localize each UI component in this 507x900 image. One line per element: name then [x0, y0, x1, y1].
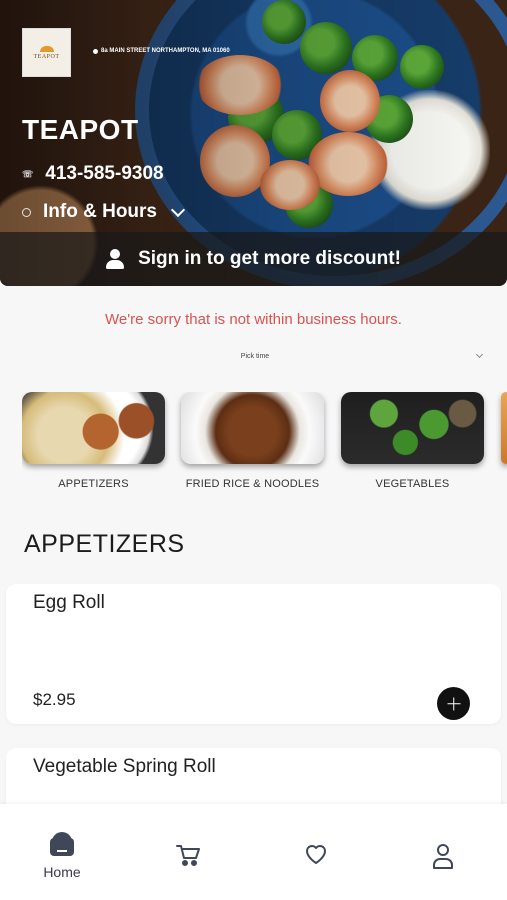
category-label: FRIED RICE & NOODLES	[185, 478, 320, 490]
location-pin-icon	[93, 48, 98, 54]
restaurant-hero: TEAPOT 8a MAIN STREET NORTHAMPTON, MA 01…	[0, 0, 507, 286]
pick-time-label: Pick time	[240, 352, 270, 360]
heart-icon	[303, 842, 329, 866]
bottom-navigation: Home	[0, 804, 507, 900]
category-image	[181, 392, 324, 464]
category-label: APPETIZERS	[58, 478, 129, 490]
category-vegetables[interactable]: VEGETABLES	[341, 392, 484, 490]
menu-item-card[interactable]: Egg Roll $2.95	[6, 584, 501, 724]
chevron-down-icon	[475, 350, 484, 359]
restaurant-name: TEAPOT	[22, 114, 139, 145]
category-image	[341, 392, 484, 464]
home-icon	[50, 832, 74, 856]
address[interactable]: 8a MAIN STREET NORTHAMPTON, MA 01060	[93, 48, 230, 54]
info-hours-toggle[interactable]: Info & Hours	[22, 201, 186, 223]
clock-icon	[22, 207, 31, 217]
category-image	[22, 392, 165, 464]
cart-icon	[175, 842, 201, 868]
category-next-partial[interactable]	[501, 392, 507, 464]
add-to-cart-button[interactable]	[437, 687, 470, 720]
phone-number: 413-585-9308	[45, 163, 164, 184]
person-icon	[106, 249, 125, 269]
nav-home[interactable]: Home	[12, 804, 112, 900]
user-icon	[431, 842, 455, 870]
address-text: 8a MAIN STREET NORTHAMPTON, MA 01060	[101, 48, 230, 54]
nav-account[interactable]	[393, 804, 493, 900]
signin-text: Sign in to get more discount!	[138, 248, 401, 269]
nav-home-label: Home	[43, 864, 81, 880]
restaurant-logo[interactable]: TEAPOT	[22, 28, 71, 77]
pick-time-select[interactable]: Pick time	[24, 346, 486, 366]
logo-text: TEAPOT	[33, 53, 60, 60]
nav-cart[interactable]	[138, 804, 238, 900]
category-appetizers[interactable]: APPETIZERS	[22, 392, 165, 490]
nav-favorites[interactable]	[266, 804, 366, 900]
phone-link[interactable]: ☏ 413-585-9308	[22, 163, 164, 185]
chevron-down-icon	[170, 202, 186, 217]
business-hours-notice: We're sorry that is not within business …	[105, 311, 402, 328]
section-title: APPETIZERS	[24, 530, 185, 558]
category-label: VEGETABLES	[375, 478, 450, 490]
category-fried-rice-noodles[interactable]: FRIED RICE & NOODLES	[181, 392, 324, 490]
menu-item-name: Vegetable Spring Roll	[33, 756, 216, 777]
category-carousel[interactable]: APPETIZERS FRIED RICE & NOODLES VEGETABL…	[22, 392, 507, 496]
menu-item-name: Egg Roll	[33, 592, 105, 613]
phone-icon: ☏	[22, 168, 34, 179]
category-image	[501, 392, 507, 464]
menu-item-price: $2.95	[33, 690, 76, 709]
teapot-icon	[39, 45, 54, 52]
signin-banner[interactable]: Sign in to get more discount!	[0, 232, 507, 286]
info-hours-label: Info & Hours	[43, 201, 157, 222]
